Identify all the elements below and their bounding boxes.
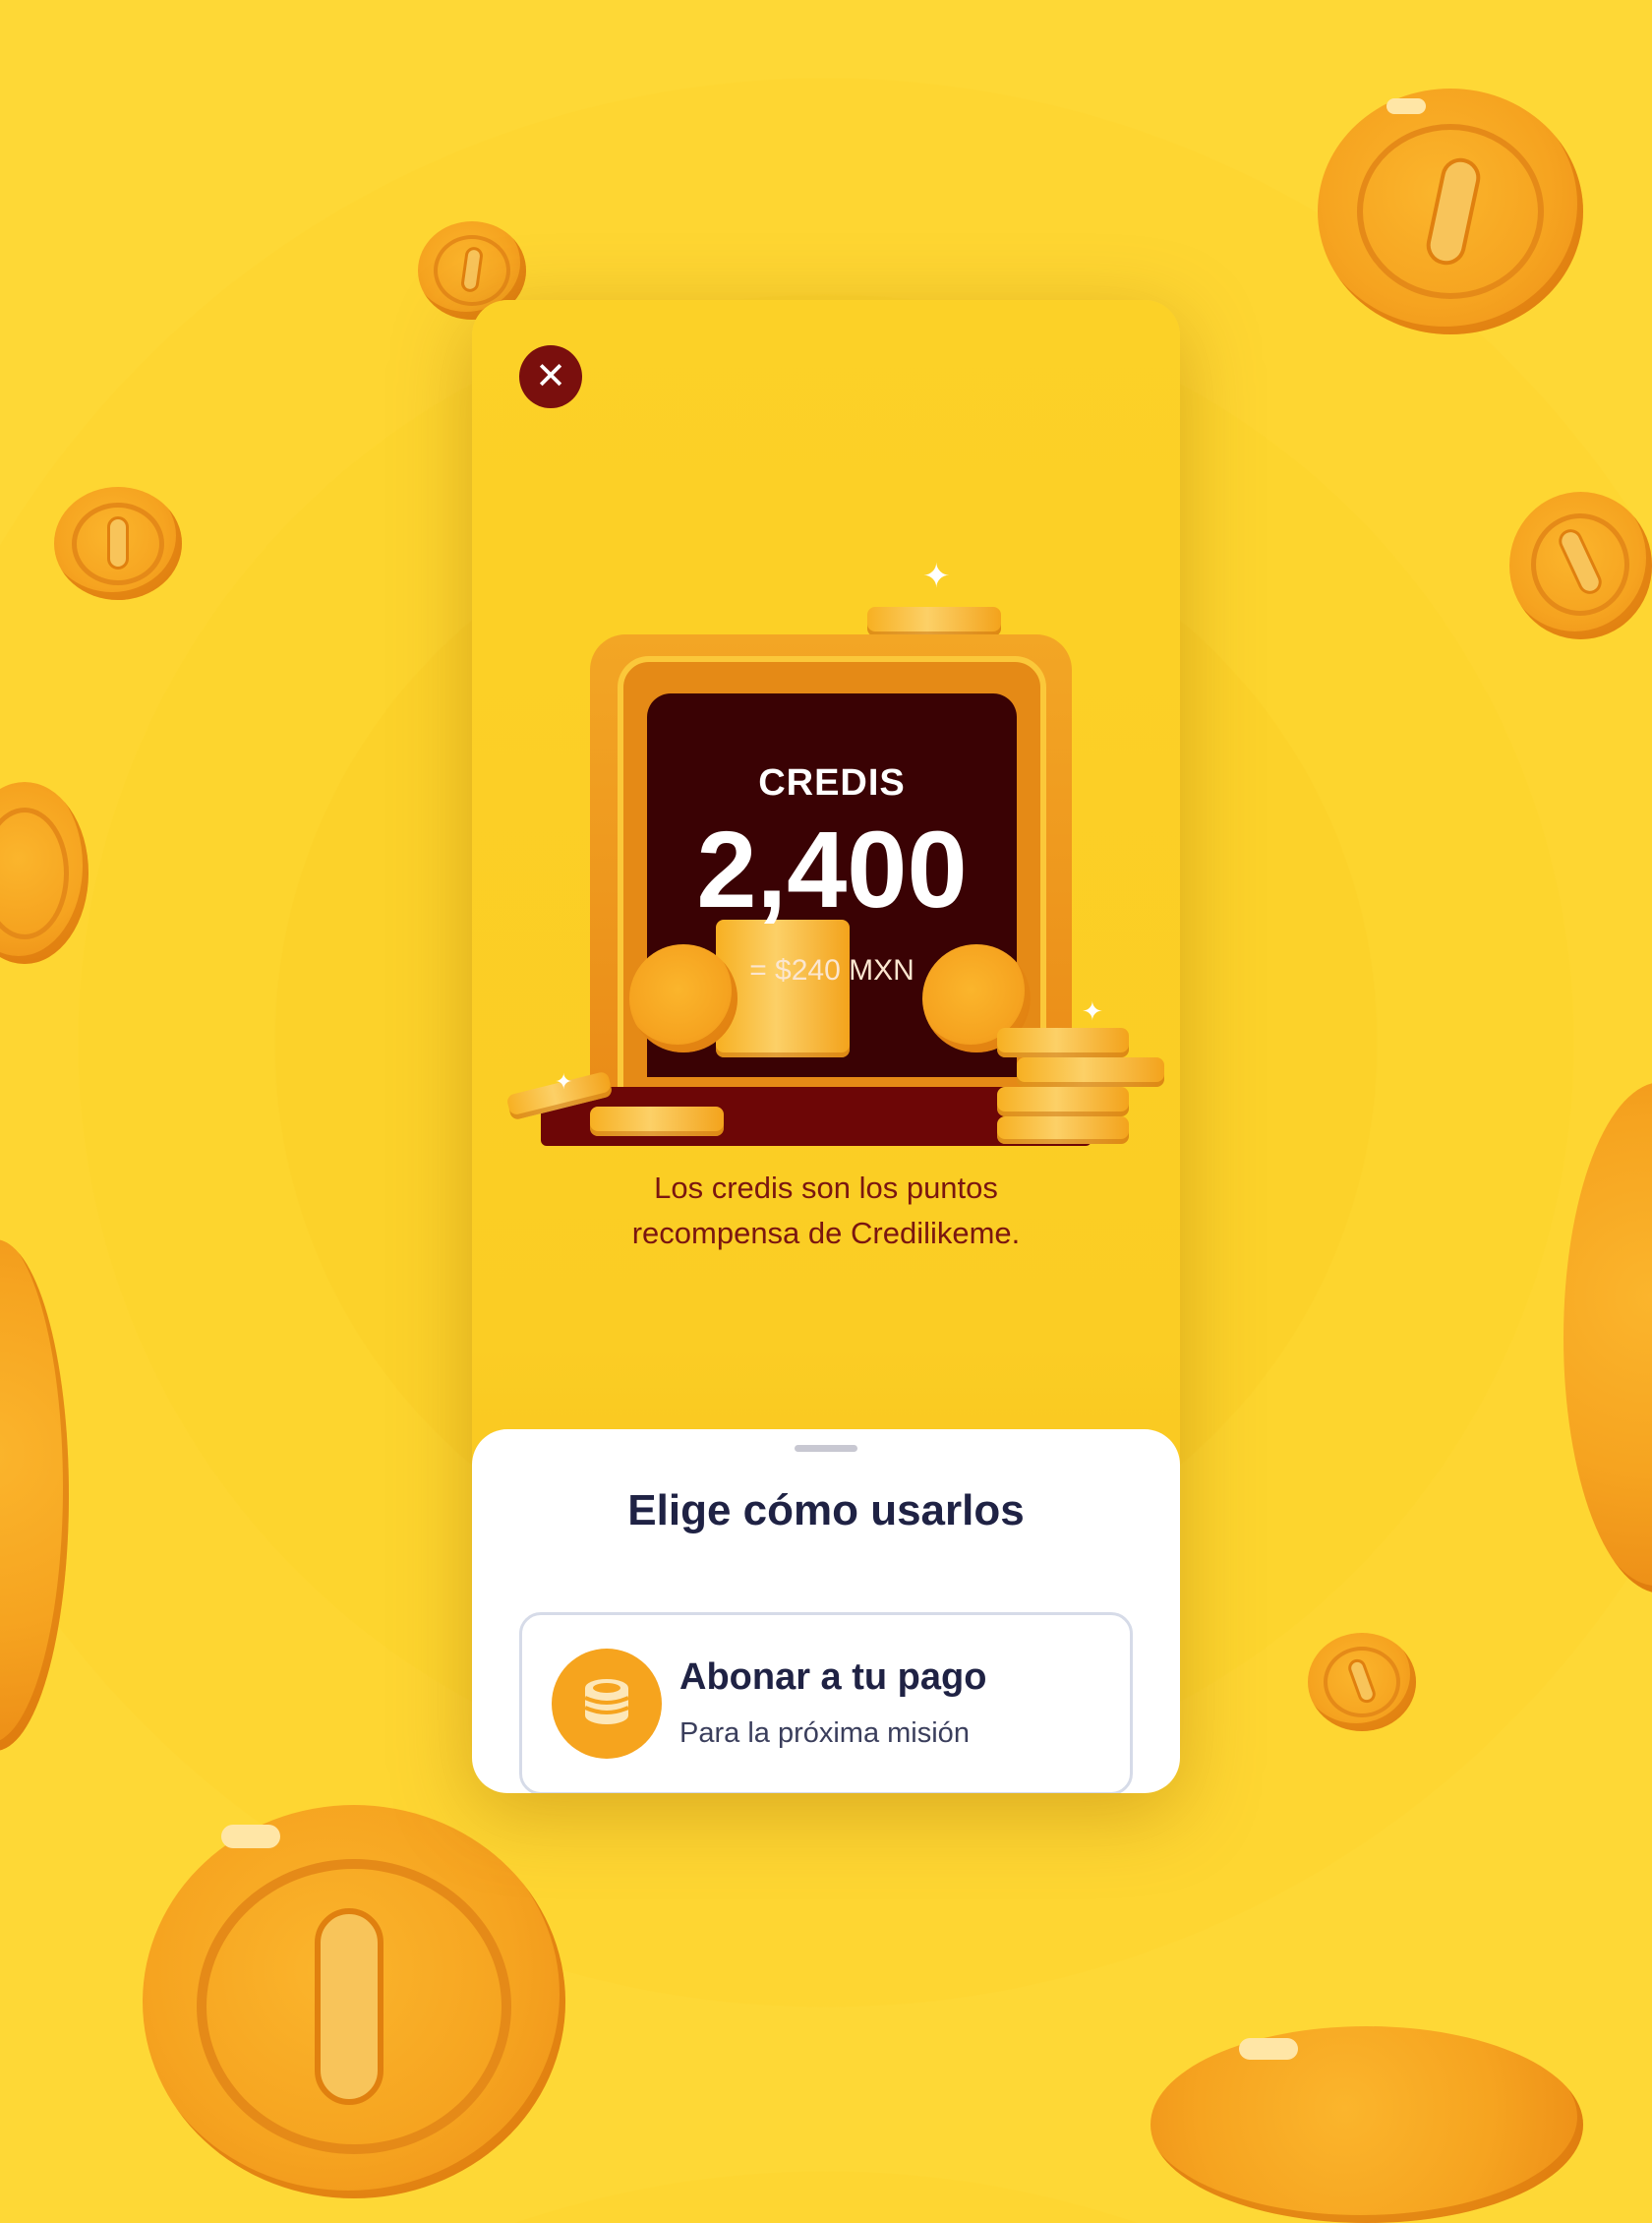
coin-stack-icon (552, 1649, 662, 1759)
credis-description: Los credis son los puntos recompensa de … (631, 1171, 1021, 1250)
sheet-drag-handle[interactable] (795, 1445, 857, 1452)
option-abonar-pago[interactable]: Abonar a tu pago Para la próxima misión (519, 1612, 1133, 1793)
background-coin (54, 487, 182, 600)
background-coin (1308, 1633, 1416, 1731)
background-coin (0, 782, 88, 964)
background-coin (1150, 2026, 1583, 2223)
credis-modal: ✕ ✦ ✦ ✦ CREDIS 2,400 = $240 MXN Los cred… (472, 300, 1180, 1793)
option-title: Abonar a tu pago (679, 1656, 987, 1698)
bottom-sheet: Elige cómo usarlos Abonar a tu pago Para… (472, 1429, 1180, 1793)
credis-equivalent: = $240 MXN (749, 954, 914, 987)
background-coin (1564, 1082, 1652, 1593)
credis-balance: 2,400 (696, 810, 968, 931)
background-coin (143, 1805, 565, 2198)
credis-label: CREDIS (758, 762, 906, 804)
sheet-title: Elige cómo usarlos (627, 1486, 1025, 1534)
close-button[interactable]: ✕ (519, 345, 582, 408)
background-coin (0, 1239, 69, 1751)
close-icon: ✕ (535, 356, 566, 397)
option-subtitle: Para la próxima misión (679, 1717, 970, 1749)
background-coin (1509, 492, 1652, 639)
background-coin (1318, 89, 1583, 334)
